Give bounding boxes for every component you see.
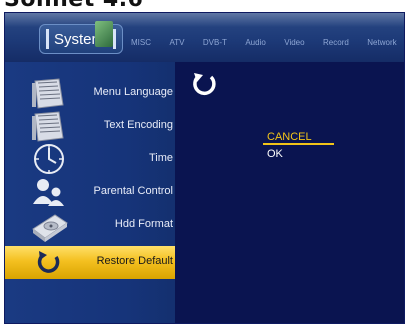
- menu-item-text-encoding[interactable]: Text Encoding: [5, 110, 175, 143]
- tab-misc[interactable]: MISC: [131, 38, 151, 47]
- ok-option[interactable]: OK: [267, 148, 283, 160]
- tab-dvbt[interactable]: DVB-T: [203, 38, 227, 47]
- menu-item-label: Hdd Format: [114, 218, 173, 230]
- top-strip: Sonnet 4.6: [0, 0, 407, 12]
- tab-audio[interactable]: Audio: [245, 38, 265, 47]
- tab-record[interactable]: Record: [323, 38, 349, 47]
- menu-item-label: Text Encoding: [103, 119, 173, 131]
- menu-item-hdd-format[interactable]: Hdd Format: [5, 209, 175, 242]
- tab-atv[interactable]: ATV: [169, 38, 184, 47]
- menu-item-time[interactable]: Time: [5, 143, 175, 176]
- menu-item-menu-language[interactable]: Menu Language: [5, 77, 175, 110]
- cancel-option[interactable]: CANCEL: [267, 131, 312, 143]
- restore-icon: [37, 251, 60, 273]
- menu-item-restore-default[interactable]: Restore Default: [5, 246, 175, 279]
- language-book-icon: [32, 78, 64, 109]
- menu-item-parental-control[interactable]: Parental Control: [5, 176, 175, 209]
- hdd-icon: [32, 214, 68, 242]
- menu-item-label: Menu Language: [93, 86, 173, 98]
- parental-control-icon: [33, 179, 64, 206]
- menu-item-label: Time: [148, 152, 173, 164]
- focus-underline: [263, 143, 334, 145]
- system-cube-icon: [95, 21, 113, 47]
- tab-network[interactable]: Network: [367, 38, 396, 47]
- restore-icon: [193, 73, 216, 96]
- header-bar: System MISC ATV DVB-T Audio Video Record…: [5, 13, 404, 62]
- tab-system[interactable]: System: [39, 21, 123, 54]
- clock-icon: [34, 144, 64, 174]
- tab-strip: MISC ATV DVB-T Audio Video Record Networ…: [131, 32, 404, 50]
- menu-item-label: Restore Default: [96, 255, 173, 267]
- cut-off-caption: Sonnet 4.6: [4, 0, 143, 12]
- tv-screen: System MISC ATV DVB-T Audio Video Record…: [4, 12, 405, 324]
- tab-video[interactable]: Video: [284, 38, 304, 47]
- text-encoding-book-icon: [32, 111, 64, 142]
- settings-menu: Menu Language Text Encoding Time Parenta…: [5, 62, 175, 323]
- menu-item-label: Parental Control: [93, 185, 174, 197]
